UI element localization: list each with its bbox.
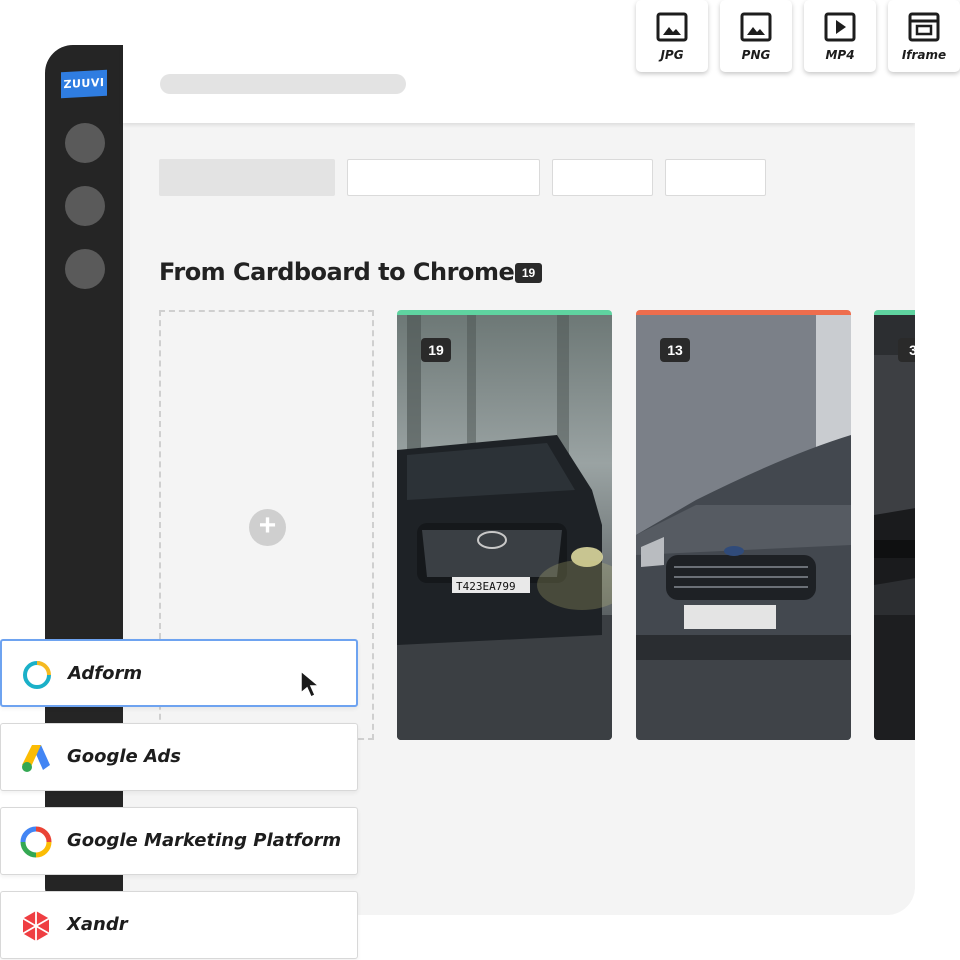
iframe-icon [908, 12, 940, 42]
section-title: From Cardboard to Chrome. [159, 258, 523, 286]
adform-icon [23, 661, 51, 689]
export-iframe-label: Iframe [901, 48, 947, 62]
video-icon [824, 12, 856, 42]
creative-card-2[interactable]: 13 [636, 310, 851, 740]
card-count-badge: 19 [421, 338, 451, 362]
integration-google-marketing-platform[interactable]: Google Marketing Platform [0, 807, 358, 875]
integration-label: Google Marketing Platform [67, 830, 342, 851]
integration-label: Google Ads [67, 746, 182, 767]
export-png-button[interactable]: PNG [720, 0, 792, 72]
integration-google-ads[interactable]: Google Ads [0, 723, 358, 791]
title-placeholder [160, 74, 406, 94]
car-image-dark [874, 315, 915, 740]
tab-placeholder-2[interactable] [347, 159, 540, 196]
plus-icon: + [249, 509, 286, 546]
mouse-cursor-icon [300, 669, 322, 699]
top-bar [123, 45, 915, 123]
sidebar-nav-item-2[interactable] [65, 186, 105, 226]
car-image-hyundai: T423EA799 [397, 315, 612, 740]
xandr-icon [22, 911, 50, 941]
integration-label: Xandr [67, 914, 128, 935]
export-mp4-label: MP4 [825, 48, 855, 62]
sidebar-nav-item-3[interactable] [65, 249, 105, 289]
google-marketing-platform-icon [20, 826, 52, 858]
car-image-ford [636, 315, 851, 740]
creative-card-1[interactable]: T423EA799 19 [397, 310, 612, 740]
tab-placeholder-active[interactable] [159, 159, 335, 196]
tab-placeholder-3[interactable] [552, 159, 653, 196]
tab-placeholder-4[interactable] [665, 159, 766, 196]
export-jpg-label: JPG [660, 48, 684, 62]
integration-xandr[interactable]: Xandr [0, 891, 358, 959]
integration-label: Adform [68, 663, 143, 684]
image-icon [656, 12, 688, 42]
card-count-badge: 13 [660, 338, 690, 362]
svg-text:T423EA799: T423EA799 [456, 580, 516, 593]
google-ads-icon [22, 745, 50, 772]
creative-card-3[interactable]: 3 [874, 310, 915, 740]
card-count-badge: 3 [898, 338, 915, 362]
section-count-badge: 19 [515, 263, 542, 283]
sidebar-nav-item-1[interactable] [65, 123, 105, 163]
export-mp4-button[interactable]: MP4 [804, 0, 876, 72]
export-jpg-button[interactable]: JPG [636, 0, 708, 72]
image-icon [740, 12, 772, 42]
export-png-label: PNG [741, 48, 771, 62]
integration-adform[interactable]: Adform [0, 639, 358, 707]
export-iframe-button[interactable]: Iframe [888, 0, 960, 72]
zuuvi-logo[interactable]: ZUUVI [61, 69, 107, 99]
